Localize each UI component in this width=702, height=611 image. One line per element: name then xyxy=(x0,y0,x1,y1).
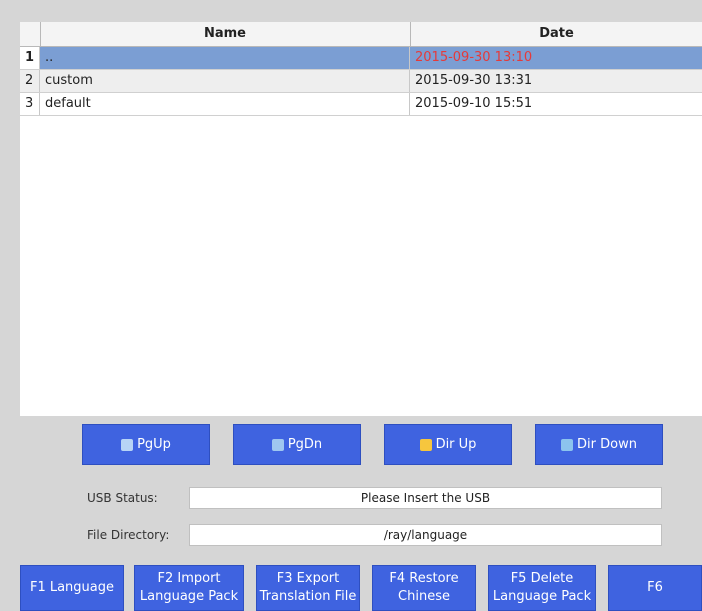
header-date[interactable]: Date xyxy=(411,22,702,46)
f4-label-line1: F4 Restore xyxy=(389,571,459,586)
dir-up-button[interactable]: Dir Up xyxy=(384,424,512,465)
f2-label-line1: F2 Import xyxy=(157,571,221,586)
folder-down-icon xyxy=(561,438,574,451)
row-name: custom xyxy=(40,70,410,92)
header-index-cell xyxy=(20,22,41,46)
page-up-icon xyxy=(121,438,134,451)
header-name[interactable]: Name xyxy=(40,22,411,46)
row-date: 2015-09-30 13:10 xyxy=(415,50,533,65)
file-directory-field: /ray/language xyxy=(189,524,662,546)
row-index: 3 xyxy=(20,93,40,115)
f1-language-button[interactable]: F1 Language xyxy=(20,565,124,611)
file-table: Name Date 1 .. 2015-09-30 13:10 2 custom… xyxy=(20,22,702,416)
row-name: default xyxy=(40,93,410,115)
f6-button[interactable]: F6 xyxy=(608,565,702,611)
table-row[interactable]: 3 default 2015-09-10 15:51 xyxy=(20,93,702,116)
row-name: .. xyxy=(40,47,410,69)
f2-import-button[interactable]: F2 Import Language Pack xyxy=(134,565,244,611)
page-down-icon xyxy=(271,438,284,451)
pgdn-button[interactable]: PgDn xyxy=(233,424,361,465)
table-row[interactable]: 2 custom 2015-09-30 13:31 xyxy=(20,70,702,93)
f5-label-line2: Language Pack xyxy=(492,589,592,604)
usb-status-label: USB Status: xyxy=(87,491,158,505)
row-date: 2015-09-10 15:51 xyxy=(415,96,533,111)
f5-label-line1: F5 Delete xyxy=(510,571,574,586)
row-date: 2015-09-30 13:31 xyxy=(415,73,533,88)
row-index: 2 xyxy=(20,70,40,92)
row-index: 1 xyxy=(20,47,40,69)
f1-label: F1 Language xyxy=(29,580,115,595)
f3-export-button[interactable]: F3 Export Translation File xyxy=(256,565,360,611)
dir-up-label: Dir Up xyxy=(435,437,477,452)
file-directory-label: File Directory: xyxy=(87,528,170,542)
pgdn-label: PgDn xyxy=(287,437,323,452)
table-header: Name Date xyxy=(20,22,702,47)
dir-down-button[interactable]: Dir Down xyxy=(535,424,663,465)
folder-up-icon xyxy=(419,438,432,451)
table-row[interactable]: 1 .. 2015-09-30 13:10 xyxy=(20,47,702,70)
f5-delete-button[interactable]: F5 Delete Language Pack xyxy=(488,565,596,611)
pgup-label: PgUp xyxy=(137,437,171,452)
usb-status-field: Please Insert the USB xyxy=(189,487,662,509)
f6-label: F6 xyxy=(647,580,663,595)
f3-label-line2: Translation File xyxy=(259,589,357,604)
dir-down-label: Dir Down xyxy=(577,437,637,452)
pgup-button[interactable]: PgUp xyxy=(82,424,210,465)
f2-label-line2: Language Pack xyxy=(139,589,239,604)
f4-restore-button[interactable]: F4 Restore Chinese xyxy=(372,565,476,611)
f4-label-line2: Chinese xyxy=(398,589,450,604)
f3-label-line1: F3 Export xyxy=(276,571,340,586)
